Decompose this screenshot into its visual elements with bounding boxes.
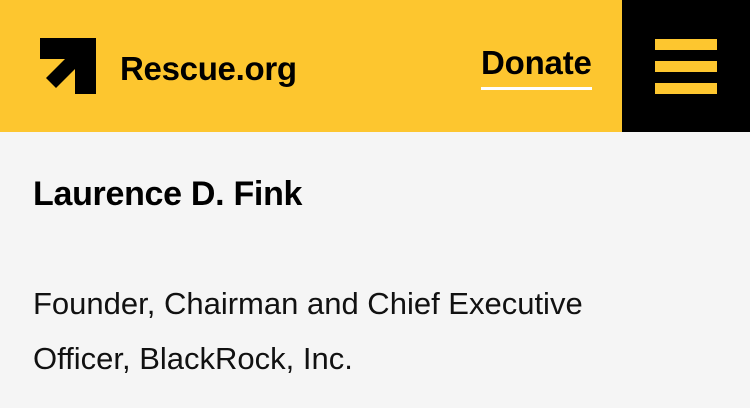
- site-header: Rescue.org Donate: [0, 0, 750, 132]
- donate-link[interactable]: Donate: [481, 46, 592, 90]
- menu-button[interactable]: [622, 0, 750, 132]
- irc-arrow-logo-icon: [40, 38, 96, 94]
- person-title: Founder, Chairman and Chief Executive Of…: [33, 286, 583, 376]
- logo-link[interactable]: Rescue.org: [40, 38, 297, 94]
- logo-text: Rescue.org: [120, 49, 297, 87]
- person-name: Laurence D. Fink: [33, 175, 303, 213]
